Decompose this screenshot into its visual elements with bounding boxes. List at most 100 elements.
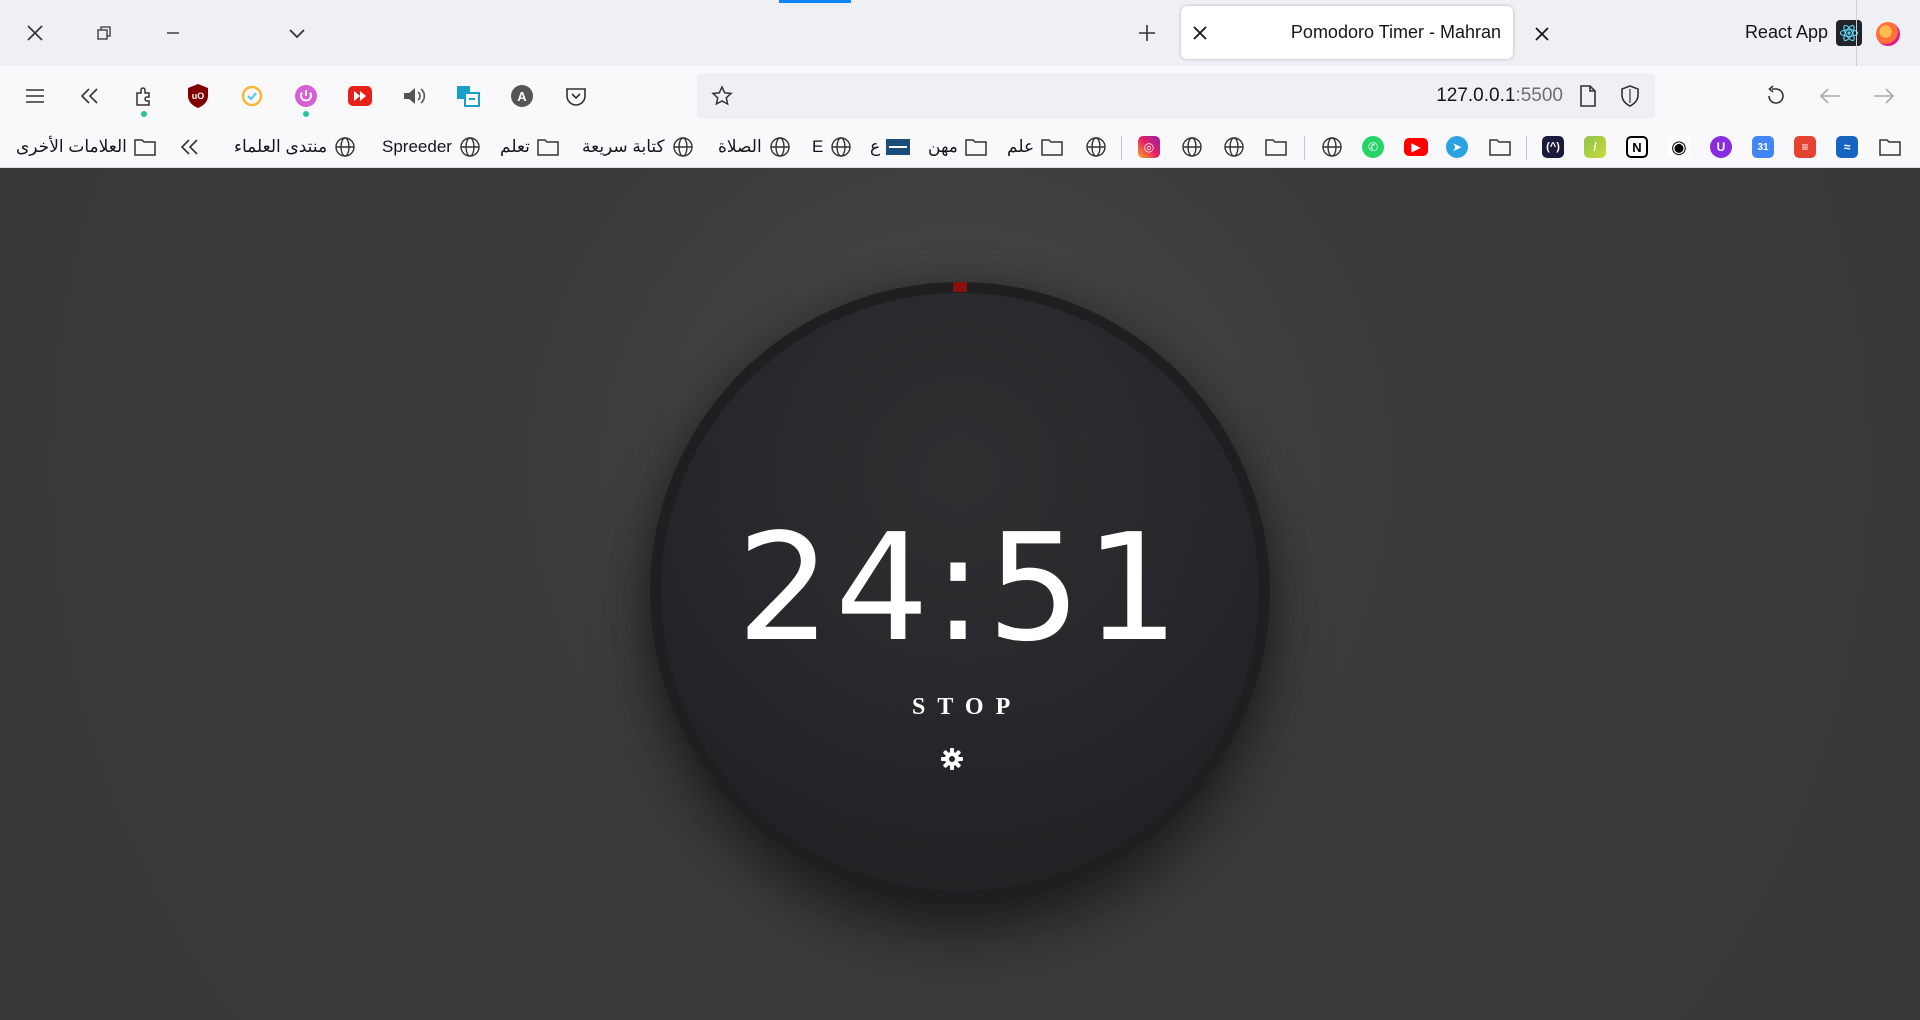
bookmark-item[interactable]: / — [1584, 134, 1606, 160]
tab-close-button[interactable] — [1522, 14, 1562, 54]
bookmark-folder-other[interactable]: العلامات الأخرى — [16, 134, 157, 160]
svg-text:A: A — [517, 89, 527, 104]
new-tab-button[interactable] — [1125, 13, 1169, 53]
fast-forward-icon — [348, 86, 372, 106]
tab-close-button[interactable] — [1181, 14, 1219, 52]
stop-button[interactable]: STOP — [900, 691, 1020, 723]
url-bar[interactable]: 127.0.0.1:5500 — [697, 73, 1655, 119]
close-icon — [27, 25, 43, 41]
site-favicon-icon — [886, 135, 911, 159]
bookmark-folder[interactable] — [1264, 134, 1288, 160]
puzzle-icon — [136, 87, 150, 106]
folder-icon — [1878, 135, 1902, 159]
timer-icon — [241, 85, 263, 107]
bookmark-item[interactable]: (^) — [1542, 134, 1564, 160]
bookmark-item[interactable] — [1084, 134, 1108, 160]
bookmark-star-button[interactable] — [707, 81, 737, 111]
calendar-icon: 31 — [1752, 136, 1774, 158]
url-host: 127.0.0.1 — [1436, 85, 1516, 106]
tracking-protection-button[interactable] — [1615, 81, 1645, 111]
bookmarks-overflow-button[interactable] — [178, 134, 202, 160]
close-icon — [1535, 27, 1549, 41]
bookmark-item[interactable]: ع — [870, 134, 911, 160]
bookmark-item[interactable]: ◉ — [1668, 134, 1690, 160]
bookmark-separator — [1304, 136, 1305, 160]
globe-icon — [1180, 135, 1204, 159]
bookmark-item[interactable]: ✆ — [1362, 134, 1384, 160]
account-extension-button[interactable]: A — [503, 77, 541, 115]
folder-icon — [964, 135, 988, 159]
chevron-double-left-icon — [178, 135, 202, 159]
globe-icon — [1320, 135, 1344, 159]
bookmark-label: كتابة سريعة — [582, 137, 665, 156]
bookmark-item[interactable]: ≡ — [1794, 134, 1816, 160]
pocket-button[interactable] — [557, 77, 595, 115]
timer-display: 24:51 — [736, 502, 1184, 674]
app-menu-button[interactable] — [16, 77, 54, 115]
window-close-button[interactable] — [13, 13, 57, 53]
translate-extension-button[interactable] — [449, 77, 487, 115]
chevron-down-icon — [289, 29, 305, 39]
bookmark-item[interactable]: الصلاة — [718, 134, 792, 160]
firefox-icon[interactable] — [1876, 22, 1900, 46]
window-restore-button[interactable] — [82, 13, 126, 53]
bookmark-item[interactable]: ≈ — [1836, 134, 1858, 160]
page-content: 24:51 STOP — [0, 168, 1920, 1020]
page-info-button[interactable] — [1573, 81, 1603, 111]
bookmark-label: الصلاة — [718, 137, 762, 156]
bookmark-item[interactable] — [1180, 134, 1204, 160]
video-speed-extension-button[interactable] — [341, 77, 379, 115]
bookmark-item[interactable]: U — [1710, 134, 1732, 160]
bookmark-item[interactable] — [1320, 134, 1344, 160]
tab-title: React App — [1744, 22, 1828, 42]
more-tools-button[interactable] — [71, 77, 109, 115]
clock-extension-button[interactable] — [233, 77, 271, 115]
window-minimize-button[interactable] — [151, 13, 195, 53]
folder-icon — [536, 135, 560, 159]
list-all-tabs-button[interactable] — [275, 13, 319, 53]
extensions-button[interactable] — [125, 77, 163, 117]
bookmark-folder[interactable]: تعلم — [500, 134, 560, 160]
timer-circle: 24:51 STOP — [650, 282, 1270, 902]
circle-app-icon: ◉ — [1668, 136, 1690, 158]
bookmark-item[interactable]: E — [812, 134, 853, 160]
tab-pomodoro[interactable]: Pomodoro Timer - Mahran — [1181, 6, 1513, 59]
back-button[interactable] — [1811, 77, 1849, 115]
folder-icon — [1488, 135, 1512, 159]
tab-strip: Pomodoro Timer - Mahran React App — [0, 0, 1920, 66]
telegram-icon: ➤ — [1446, 136, 1468, 158]
url-text[interactable]: 127.0.0.1:5500 — [1436, 85, 1563, 107]
forward-button[interactable] — [1865, 77, 1903, 115]
bookmark-item[interactable] — [1222, 134, 1246, 160]
bookmark-item[interactable]: Spreeder — [382, 134, 482, 160]
page-icon — [1580, 85, 1596, 107]
globe-icon — [671, 135, 695, 159]
notification-dot — [141, 111, 147, 117]
notification-dot — [303, 111, 309, 117]
power-extension-button[interactable] — [287, 77, 325, 117]
pocket-icon — [566, 88, 586, 106]
tab-loading-indicator — [779, 0, 851, 3]
bookmark-folder[interactable]: مهن — [928, 134, 988, 160]
bookmark-item[interactable]: 31 — [1752, 134, 1774, 160]
tab-title: Pomodoro Timer - Mahran — [1290, 22, 1501, 42]
settings-button[interactable] — [937, 744, 967, 774]
navigation-toolbar: uO A 127.0.0.1:5500 — [0, 66, 1920, 126]
bookmark-item[interactable]: ▶ — [1404, 134, 1428, 160]
avatar-icon: A — [511, 85, 533, 107]
bookmark-separator — [1121, 136, 1122, 160]
bookmark-item[interactable]: N — [1626, 134, 1648, 160]
volume-extension-button[interactable] — [395, 77, 433, 115]
bookmark-item[interactable]: ➤ — [1446, 134, 1468, 160]
ublock-extension-button[interactable]: uO — [179, 77, 217, 115]
bookmark-item[interactable]: كتابة سريعة — [582, 134, 695, 160]
bookmark-folder[interactable] — [1878, 134, 1902, 160]
divider — [1856, 0, 1857, 66]
tab-react-app[interactable]: React App — [1570, 6, 1870, 59]
globe-icon — [1084, 135, 1108, 159]
bookmark-folder[interactable] — [1488, 134, 1512, 160]
bookmark-item[interactable]: منتدى العلماء — [234, 134, 357, 160]
reload-button[interactable] — [1757, 77, 1795, 115]
bookmark-item[interactable]: ◎ — [1138, 134, 1160, 160]
bookmark-folder[interactable]: علم — [1007, 134, 1064, 160]
